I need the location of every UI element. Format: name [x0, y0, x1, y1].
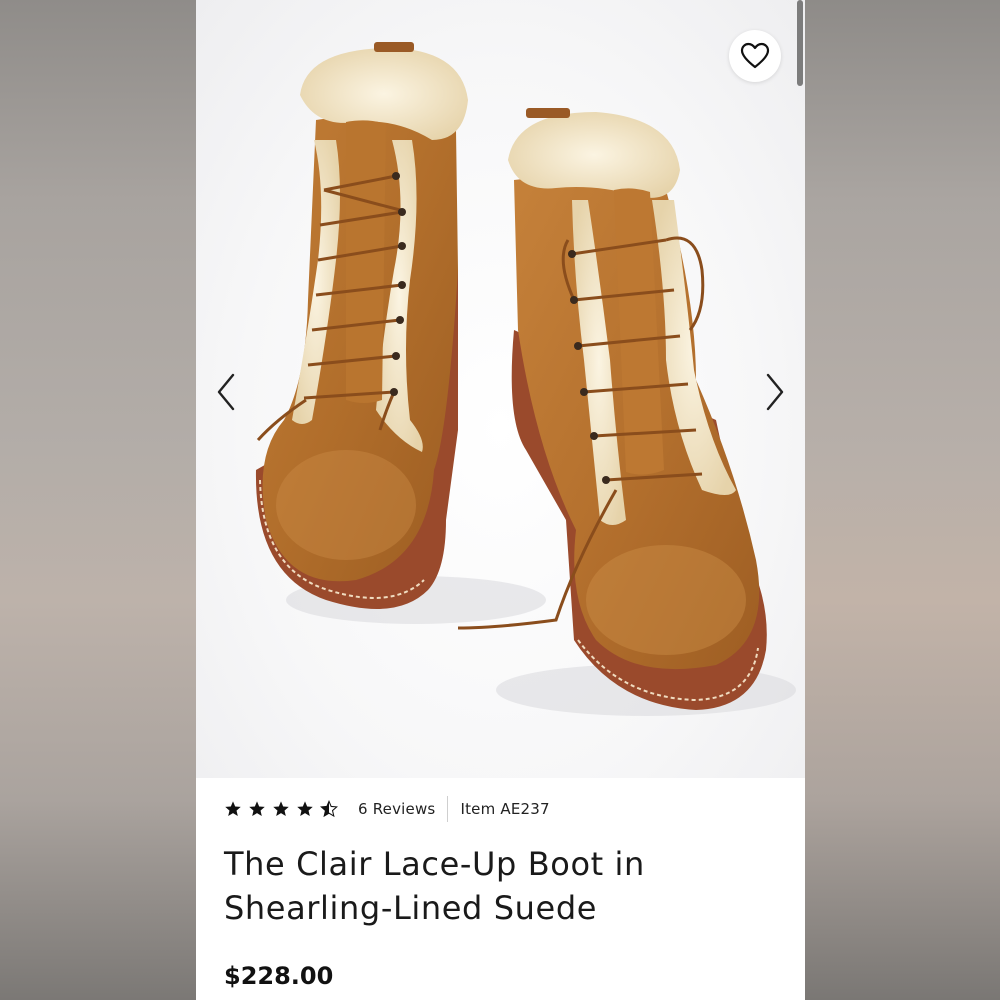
- star-icon: [297, 801, 313, 817]
- rating-row: 6 Reviews Item AE237: [224, 796, 550, 822]
- previous-image-button[interactable]: [204, 368, 248, 416]
- background-right: [805, 0, 1000, 1000]
- star-rating[interactable]: [224, 800, 338, 818]
- product-info: 6 Reviews Item AE237 The Clair Lace-Up B…: [196, 778, 805, 1000]
- product-image-carousel[interactable]: [196, 0, 805, 778]
- divider: [447, 796, 449, 822]
- item-number: Item AE237: [460, 800, 550, 818]
- right-boot: [457, 108, 767, 710]
- chevron-right-icon: [766, 373, 784, 411]
- star-icon: [249, 801, 265, 817]
- scrollbar[interactable]: [797, 0, 803, 86]
- product-page: 6 Reviews Item AE237 The Clair Lace-Up B…: [196, 0, 805, 1000]
- product-title: The Clair Lace-Up Boot in Shearling-Line…: [224, 845, 645, 927]
- background-left: [0, 0, 196, 1000]
- reviews-link[interactable]: 6 Reviews: [358, 800, 435, 818]
- heart-icon: [740, 42, 770, 69]
- star-icon: [273, 801, 289, 817]
- left-boot: [255, 42, 468, 609]
- favorite-button[interactable]: [729, 30, 781, 82]
- chevron-left-icon: [217, 373, 235, 411]
- product-price: $228.00: [224, 962, 334, 990]
- next-image-button[interactable]: [753, 368, 797, 416]
- star-half-icon: [320, 800, 338, 818]
- star-icon: [225, 801, 241, 817]
- product-image: [255, 42, 796, 716]
